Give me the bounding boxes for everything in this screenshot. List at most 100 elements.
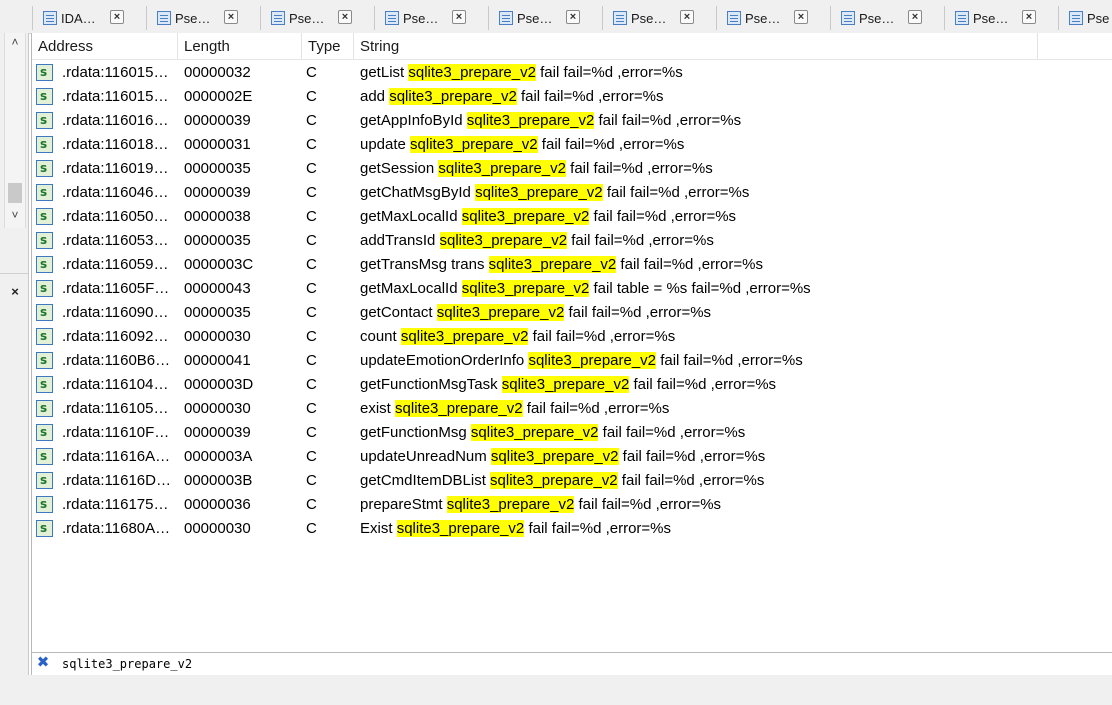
string-icon-letter: s (40, 209, 48, 223)
filter-input[interactable] (58, 653, 1108, 675)
table-row[interactable]: s .rdata:116105… 00000030 Cexist sqlite3_pr… (32, 397, 1112, 421)
table-row[interactable]: s .rdata:116053… 00000035 CaddTransId sqlit… (32, 229, 1112, 253)
scroll-up-icon[interactable]: ˄ (5, 34, 25, 50)
tab-label: Pse… (289, 10, 325, 26)
table-row[interactable]: s .rdata:11616D… 0000003B CgetCmdItemDBList… (32, 469, 1112, 493)
search-match-highlight: sqlite3_prepare_v2 (408, 64, 536, 81)
tab-7[interactable]: Pse… × (830, 6, 942, 30)
column-header-string[interactable]: String (354, 33, 1038, 59)
search-match-highlight: sqlite3_prepare_v2 (395, 400, 523, 417)
status-strip (0, 675, 1112, 705)
clear-filter-icon[interactable]: ✖ (36, 655, 50, 670)
table-row[interactable]: s .rdata:11616A… 0000003A CupdateUnreadNum … (32, 445, 1112, 469)
string-icon-letter: s (40, 401, 48, 415)
search-match-highlight: sqlite3_prepare_v2 (400, 328, 529, 345)
tab-1[interactable]: Pse… × (146, 6, 258, 30)
string-suffix: fail fail=%d ,error=%s (528, 328, 676, 345)
table-row[interactable]: s .rdata:116018… 00000031 Cupdate sqlite3_p… (32, 133, 1112, 157)
cell-length: 00000035 (184, 232, 251, 249)
cell-type: C (306, 304, 317, 321)
table-row[interactable]: s .rdata:11680A… 00000030 C Exist sqlite3_pr… (32, 517, 1112, 541)
tab-3[interactable]: Pse… × (374, 6, 486, 30)
string-icon: s (36, 256, 53, 273)
cell-length: 00000039 (184, 424, 251, 441)
tab-0[interactable]: IDA… × (32, 6, 144, 30)
tab-label: Pse… (403, 10, 439, 26)
tab-4[interactable]: Pse… × (488, 6, 600, 30)
search-match-highlight: sqlite3_prepare_v2 (410, 136, 538, 153)
tab-5[interactable]: Pse… × (602, 6, 714, 30)
string-prefix: update (360, 136, 411, 153)
tab-9[interactable]: Pse (1058, 6, 1112, 30)
tab-close-icon[interactable]: × (680, 10, 694, 24)
string-suffix: fail fail=%d ,error=%s (589, 208, 737, 225)
tab-6[interactable]: Pse… × (716, 6, 828, 30)
tab-2[interactable]: Pse… × (260, 6, 372, 30)
search-match-highlight: sqlite3_prepare_v2 (436, 304, 565, 321)
tab-label: IDA… (61, 10, 96, 26)
cell-type: C (306, 400, 317, 417)
table-row[interactable]: s .rdata:116019… 00000035 CgetSession sqlit… (32, 157, 1112, 181)
table-row[interactable]: s .rdata:116016… 00000039 CgetAppInfoById s… (32, 109, 1112, 133)
cell-string: addTransId sqlite3_prepare_v2 fail fail=… (360, 229, 714, 253)
table-row[interactable]: s .rdata:11610F… 00000039 CgetFunctionMsg s… (32, 421, 1112, 445)
table-row[interactable]: s .rdata:116050… 00000038 CgetMaxLocalId sq… (32, 205, 1112, 229)
document-icon (43, 11, 57, 25)
string-prefix: prepareStmt (360, 496, 447, 513)
scroll-thumb[interactable] (8, 183, 22, 203)
strings-list-view: Address Length Type String s .rdata:11601… (31, 33, 1112, 652)
string-suffix: fail fail=%d ,error=%s (564, 304, 712, 321)
table-row[interactable]: s .rdata:11605F… 00000043 CgetMaxLocalId sq… (32, 277, 1112, 301)
column-header-type[interactable]: Type (302, 33, 354, 59)
cell-address: .rdata:116050… (62, 208, 169, 225)
tab-close-icon[interactable]: × (452, 10, 466, 24)
tab-close-icon[interactable]: × (794, 10, 808, 24)
cell-string: getChatMsgById sqlite3_prepare_v2 fail f… (360, 181, 749, 205)
table-row[interactable]: s .rdata:116015… 0000002E Cadd sqlite3_prep… (32, 85, 1112, 109)
string-icon-letter: s (40, 161, 48, 175)
tab-close-icon[interactable]: × (566, 10, 580, 24)
table-row[interactable]: s .rdata:1160B6… 00000041 CupdateEmotionOrd… (32, 349, 1112, 373)
cell-address: .rdata:116090… (62, 304, 169, 321)
tab-8[interactable]: Pse… × (944, 6, 1056, 30)
cell-type: C (306, 64, 317, 81)
document-icon (841, 11, 855, 25)
search-match-highlight: sqlite3_prepare_v2 (466, 112, 595, 129)
string-prefix: count (360, 328, 401, 345)
table-row[interactable]: s .rdata:116059… 0000003C CgetTransMsg tran… (32, 253, 1112, 277)
table-row[interactable]: s .rdata:116090… 00000035 CgetContact sqlit… (32, 301, 1112, 325)
table-row[interactable]: s .rdata:116092… 00000030 Ccount sqlite3_pr… (32, 325, 1112, 349)
scroll-down-icon[interactable]: ˅ (5, 207, 25, 223)
string-icon-letter: s (40, 65, 48, 79)
search-match-highlight: sqlite3_prepare_v2 (475, 184, 603, 201)
cell-type: C (306, 376, 317, 393)
string-icon: s (36, 232, 53, 249)
table-row[interactable]: s .rdata:116104… 0000003D CgetFunctionMsgTa… (32, 373, 1112, 397)
string-icon-letter: s (40, 353, 48, 367)
search-match-highlight: sqlite3_prepare_v2 (389, 88, 517, 105)
search-match-highlight: sqlite3_prepare_v2 (396, 520, 525, 537)
table-row[interactable]: s .rdata:116175… 00000036 CprepareStmt sqli… (32, 493, 1112, 517)
left-panel-close-icon[interactable]: × (8, 285, 22, 299)
tab-close-icon[interactable]: × (110, 10, 124, 24)
string-suffix: fail fail=%d ,error=%s (516, 88, 664, 105)
tab-close-icon[interactable]: × (224, 10, 238, 24)
cell-length: 00000041 (184, 352, 251, 369)
column-header-length[interactable]: Length (178, 33, 302, 59)
table-row[interactable]: s .rdata:116015… 00000032 CgetList sqlite3_… (32, 61, 1112, 85)
cell-type: C (306, 280, 317, 297)
string-prefix: exist (360, 400, 396, 417)
string-suffix: fail fail=%d ,error=%s (537, 136, 685, 153)
table-row[interactable]: s .rdata:116046… 00000039 CgetChatMsgById s… (32, 181, 1112, 205)
cell-address: .rdata:11680A… (62, 520, 171, 537)
tab-close-icon[interactable]: × (1022, 10, 1036, 24)
tab-close-icon[interactable]: × (908, 10, 922, 24)
cell-string: getMaxLocalId sqlite3_prepare_v2 fail ta… (360, 277, 811, 301)
string-suffix: fail fail=%d ,error=%s (618, 448, 766, 465)
left-vertical-scrollbar[interactable]: ˄ ˅ (4, 33, 26, 228)
column-header-address[interactable]: Address (32, 33, 178, 59)
cell-type: C (306, 232, 317, 249)
tab-close-icon[interactable]: × (338, 10, 352, 24)
string-suffix: fail fail=%d ,error=%s (656, 352, 803, 369)
cell-address: .rdata:116175… (62, 496, 169, 513)
